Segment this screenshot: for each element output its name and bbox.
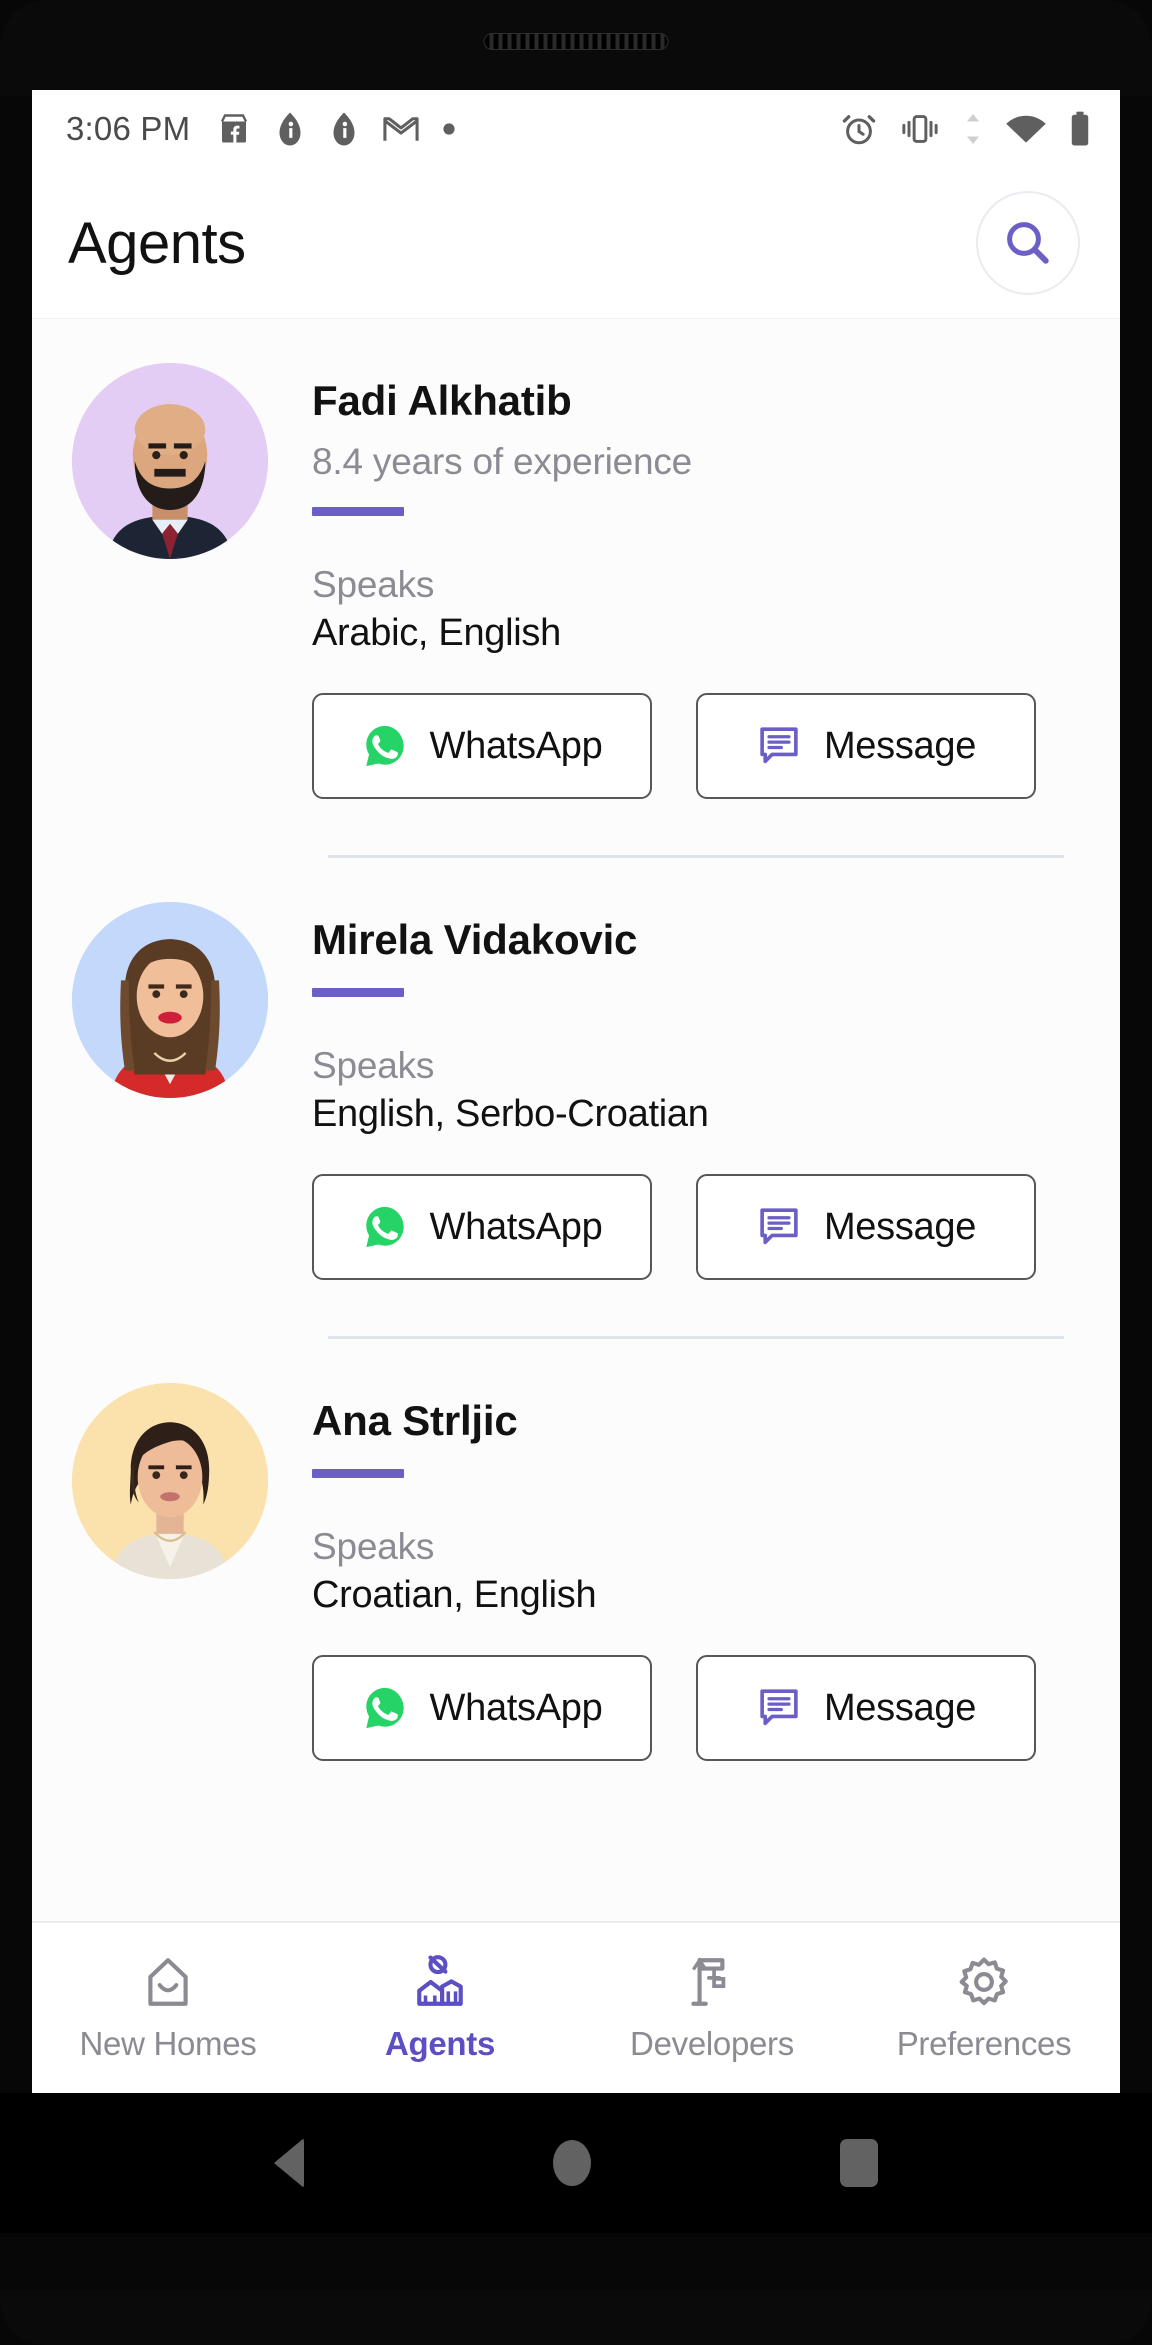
dot-icon: [443, 123, 455, 135]
card-divider: [328, 855, 1064, 858]
agent-icon: [417, 1955, 463, 2006]
avatar-photo: [72, 363, 268, 559]
app-header: Agents: [32, 168, 1120, 318]
agent-card[interactable]: Ana Strljic Speaks Croatian, English Wha…: [32, 1339, 1120, 1761]
message-icon: [760, 1208, 798, 1245]
agent-name: Fadi Alkhatib: [312, 377, 572, 424]
back-icon[interactable]: [274, 2138, 305, 2188]
whatsapp-label: WhatsApp: [429, 1686, 603, 1729]
agent-actions: WhatsApp Message: [312, 1655, 1080, 1761]
gear-icon: [959, 1957, 1008, 2006]
message-label: Message: [823, 1686, 977, 1729]
message-button[interactable]: Message: [696, 693, 1036, 799]
whatsapp-label: WhatsApp: [429, 724, 603, 767]
accent-bar: [312, 988, 404, 997]
status-system-icons: [840, 110, 1092, 148]
whatsapp-button[interactable]: WhatsApp: [312, 1655, 652, 1761]
status-bar: 3:06 PM: [32, 90, 1120, 168]
agent-name: Mirela Vidakovic: [312, 916, 638, 963]
whatsapp-button[interactable]: WhatsApp: [312, 1174, 652, 1280]
speaks-languages: Arabic, English: [312, 612, 561, 654]
message-icon: [760, 1689, 798, 1726]
recents-square-icon[interactable]: [839, 2139, 878, 2187]
message-icon: [760, 727, 798, 764]
whatsapp-button[interactable]: WhatsApp: [312, 693, 652, 799]
home-circle-icon[interactable]: [552, 2140, 591, 2186]
whatsapp-icon: [365, 725, 404, 767]
device-bottom-bezel: [0, 2290, 1152, 2345]
speaks-label: Speaks: [312, 1045, 435, 1086]
tab-label: Agents: [384, 2025, 496, 2062]
message-button[interactable]: Message: [696, 1174, 1036, 1280]
status-time: 3:06 PM: [66, 110, 191, 147]
avatar: [72, 363, 268, 559]
tab-developers[interactable]: Developers: [576, 1923, 848, 2093]
agent-experience: 8.4 years of experience: [312, 441, 693, 482]
agent-info: Mirela Vidakovic Speaks English, Serbo-C…: [312, 902, 1080, 1339]
message-button[interactable]: Message: [696, 1655, 1036, 1761]
page-title: Agents: [68, 210, 246, 276]
avatar-photo: [72, 1383, 268, 1579]
avatar: [72, 902, 268, 1098]
whatsapp-icon: [365, 1687, 404, 1729]
tab-preferences[interactable]: Preferences: [848, 1923, 1120, 2093]
avatar: [72, 1383, 268, 1579]
agent-actions: WhatsApp Message: [312, 1174, 1080, 1280]
android-system-navigation: [0, 2093, 1152, 2233]
avatar-photo: [72, 902, 268, 1098]
accent-bar: [312, 1469, 404, 1478]
gmail-icon: [383, 117, 419, 141]
tab-label: Developers: [630, 2025, 794, 2062]
message-label: Message: [823, 1205, 977, 1248]
crane-icon: [691, 1957, 726, 2006]
agent-name: Ana Strljic: [312, 1397, 518, 1444]
wifi-icon: [1006, 115, 1046, 143]
whatsapp-label: WhatsApp: [429, 1205, 603, 1248]
speaks-languages: Croatian, English: [312, 1574, 597, 1616]
agent-actions: WhatsApp Message: [312, 693, 1080, 799]
status-notification-icons: [216, 111, 456, 147]
agent-card[interactable]: Fadi Alkhatib 8.4 years of experience Sp…: [32, 319, 1120, 858]
tab-label: Preferences: [896, 2025, 1072, 2062]
tab-new-homes[interactable]: New Homes: [32, 1923, 304, 2093]
teardrop-icon: [279, 112, 301, 146]
battery-icon: [1071, 111, 1089, 146]
agent-info: Fadi Alkhatib 8.4 years of experience Sp…: [312, 363, 1080, 858]
card-divider: [328, 1336, 1064, 1339]
data-transfer-icon: [967, 114, 979, 144]
speaks-label: Speaks: [312, 1526, 435, 1567]
agent-card[interactable]: Mirela Vidakovic Speaks English, Serbo-C…: [32, 858, 1120, 1339]
whatsapp-icon: [365, 1206, 404, 1248]
speaker-grille-icon: [483, 33, 669, 50]
facebook-marketplace-icon: [221, 114, 248, 143]
teardrop-icon: [333, 112, 355, 146]
search-icon: [1007, 222, 1049, 264]
tab-agents[interactable]: Agents: [304, 1923, 576, 2093]
accent-bar: [312, 507, 404, 516]
tab-label: New Homes: [79, 2025, 257, 2062]
app-viewport: 3:06 PM Agents Fadi Alkhatib 8.4 years o…: [32, 90, 1120, 2093]
agent-info: Ana Strljic Speaks Croatian, English Wha…: [312, 1383, 1080, 1761]
agent-list[interactable]: Fadi Alkhatib 8.4 years of experience Sp…: [32, 318, 1120, 1921]
search-button[interactable]: [976, 191, 1080, 295]
vibrate-icon: [902, 115, 938, 143]
home-icon: [148, 1958, 188, 2006]
phone-device: 3:06 PM Agents Fadi Alkhatib 8.4 years o…: [0, 0, 1152, 2345]
bottom-navigation: New Homes Agents Developers Preferences: [32, 1921, 1120, 2093]
speaks-languages: English, Serbo-Croatian: [312, 1093, 709, 1135]
message-label: Message: [823, 724, 977, 767]
alarm-icon: [842, 115, 876, 145]
speaks-label: Speaks: [312, 564, 435, 605]
